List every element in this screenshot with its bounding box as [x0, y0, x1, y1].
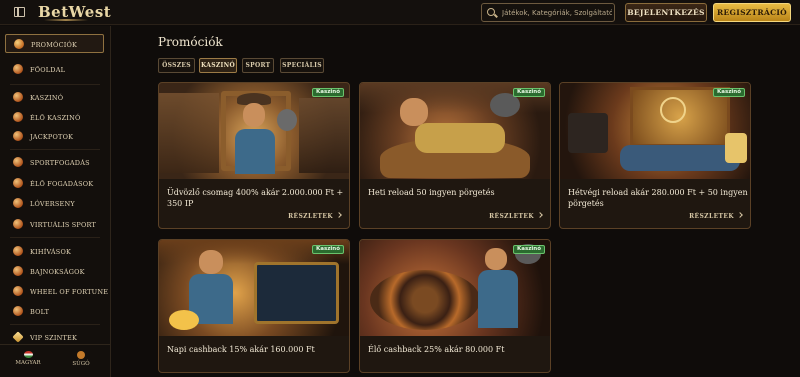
promo-card[interactable]: Kaszinó Napi cashback 15% akár 160.000 F…: [158, 239, 350, 373]
live-bets-icon: [13, 178, 23, 188]
chevron-right-icon: [537, 212, 543, 218]
chevron-right-icon: [737, 212, 743, 218]
tournaments-icon: [13, 266, 23, 276]
details-link[interactable]: RÉSZLETEK: [288, 212, 342, 220]
details-label: RÉSZLETEK: [689, 213, 734, 220]
top-bar: BetWest BEJELENTKEZÉS REGISZTRÁCIÓ: [0, 0, 800, 25]
sidebar-footer: MAGYAR SÚGÓ: [0, 344, 111, 377]
filter-casino[interactable]: KASZINÓ: [199, 58, 237, 73]
live-casino-icon: [13, 112, 23, 122]
sidebar-item-sportsbetting[interactable]: SPORTFOGADÁS: [5, 153, 104, 172]
sidebar-item-challenges[interactable]: KIHÍVÁSOK: [5, 242, 104, 261]
sidebar-item-wheel-of-fortune[interactable]: WHEEL OF FORTUNE: [5, 282, 108, 301]
help-link[interactable]: SÚGÓ: [56, 351, 106, 367]
promo-title: Napi cashback 15% akár 160.000 Ft: [167, 345, 315, 354]
promo-title: Élő cashback 25% akár 80.000 Ft: [368, 345, 505, 354]
category-badge: Kaszinó: [712, 88, 745, 97]
sidebar-item-live-bets[interactable]: ÉLŐ FOGADÁSOK: [5, 174, 104, 193]
challenges-icon: [13, 246, 23, 256]
sidebar-item-label: BAJNOKSÁGOK: [30, 268, 85, 276]
sidebar-item-label: PROMÓCIÓK: [31, 41, 78, 49]
sidebar-item-horse-racing[interactable]: LÓVERSENY: [5, 194, 104, 213]
promo-title: Üdvözlő csomag 400% akár 2.000.000 Ft + …: [167, 188, 344, 208]
sidebar-item-label: JACKPOTOK: [30, 133, 74, 141]
sidebar-item-tournaments[interactable]: BAJNOKSÁGOK: [5, 262, 104, 281]
promo-image-cowboy-roulette: [360, 240, 550, 336]
search-icon: [487, 8, 495, 16]
register-button[interactable]: REGISZTRÁCIÓ: [713, 3, 791, 22]
sidebar-item-shop[interactable]: BOLT: [5, 302, 104, 321]
category-badge: Kaszinó: [311, 88, 344, 97]
page-title: Promóciók: [158, 35, 223, 49]
promo-image-cowboy-frame: [159, 83, 349, 179]
gift-icon: [14, 39, 24, 49]
promo-image-cowboy-slot: [159, 240, 349, 336]
sidebar-item-label: KASZINÓ: [30, 94, 64, 102]
promo-card[interactable]: Kaszinó Heti reload 50 ingyen pörgetés R…: [359, 82, 551, 229]
horse-racing-icon: [13, 198, 23, 208]
language-label: MAGYAR: [15, 360, 41, 366]
sidebar-item-virtual-sport[interactable]: VIRTUÁLIS SPORT: [5, 215, 104, 234]
promo-image-cowboy-barrel: [360, 83, 550, 179]
logo-underline: [44, 19, 88, 21]
filter-all[interactable]: ÖSSZES: [158, 58, 195, 73]
promo-title: Hétvégi reload akár 280.000 Ft + 50 ingy…: [568, 188, 748, 208]
category-badge: Kaszinó: [512, 88, 545, 97]
promo-title: Heti reload 50 ingyen pörgetés: [368, 188, 495, 197]
promo-card[interactable]: Kaszinó Hétvégi reload akár 280.000 Ft +…: [559, 82, 751, 229]
sidebar: PROMÓCIÓK FŐOLDAL KASZINÓ ÉLŐ KASZINÓ JA…: [0, 26, 111, 377]
chevron-right-icon: [336, 212, 342, 218]
login-button[interactable]: BEJELENTKEZÉS: [625, 3, 707, 22]
details-label: RÉSZLETEK: [489, 213, 534, 220]
sidebar-item-label: LÓVERSENY: [30, 200, 75, 208]
sidebar-item-label: VIP SZINTEK: [30, 334, 78, 342]
sidebar-item-label: ÉLŐ FOGADÁSOK: [30, 180, 94, 188]
sidebar-item-jackpots[interactable]: JACKPOTOK: [5, 127, 104, 146]
language-selector[interactable]: MAGYAR: [3, 351, 53, 366]
wheel-icon: [13, 286, 23, 296]
sidebar-divider: [10, 84, 100, 85]
help-icon: [77, 351, 85, 359]
details-label: RÉSZLETEK: [288, 213, 333, 220]
hungarian-flag-icon: [23, 351, 33, 358]
sports-ball-icon: [13, 157, 23, 167]
sidebar-item-promotions[interactable]: PROMÓCIÓK: [5, 34, 104, 53]
sidebar-item-label: WHEEL OF FORTUNE: [30, 288, 109, 296]
details-link[interactable]: RÉSZLETEK: [489, 212, 543, 220]
help-label: SÚGÓ: [72, 361, 90, 367]
sidebar-divider: [10, 149, 100, 150]
promo-card[interactable]: Kaszinó Üdvözlő csomag 400% akár 2.000.0…: [158, 82, 350, 229]
casino-chest-icon: [13, 92, 23, 102]
category-badge: Kaszinó: [512, 245, 545, 254]
search-box[interactable]: [481, 3, 615, 22]
sidebar-item-label: SPORTFOGADÁS: [30, 159, 90, 167]
jackpot-icon: [13, 131, 23, 141]
shop-icon: [13, 306, 23, 316]
sidebar-toggle-icon[interactable]: [14, 7, 25, 17]
sidebar-item-label: ÉLŐ KASZINÓ: [30, 114, 81, 122]
sidebar-item-label: FŐOLDAL: [30, 66, 66, 74]
sidebar-item-label: VIRTUÁLIS SPORT: [30, 221, 97, 229]
sidebar-divider: [10, 324, 100, 325]
sidebar-item-label: BOLT: [30, 308, 50, 316]
sidebar-item-casino[interactable]: KASZINÓ: [5, 88, 104, 107]
filter-sport[interactable]: SPORT: [242, 58, 274, 73]
sidebar-divider: [10, 237, 100, 238]
details-link[interactable]: RÉSZLETEK: [689, 212, 743, 220]
promo-card[interactable]: Kaszinó Élő cashback 25% akár 80.000 Ft: [359, 239, 551, 373]
vip-diamond-icon: [12, 331, 24, 343]
sidebar-item-label: KIHÍVÁSOK: [30, 248, 72, 256]
home-icon: [13, 64, 23, 74]
category-badge: Kaszinó: [311, 245, 344, 254]
promo-image-cinema-raccoon: [560, 83, 750, 179]
sidebar-item-live-casino[interactable]: ÉLŐ KASZINÓ: [5, 108, 104, 127]
sidebar-item-home[interactable]: FŐOLDAL: [5, 60, 104, 79]
virtual-sport-icon: [13, 219, 23, 229]
filter-special[interactable]: SPECIÁLIS: [280, 58, 324, 73]
search-input[interactable]: [502, 5, 612, 20]
